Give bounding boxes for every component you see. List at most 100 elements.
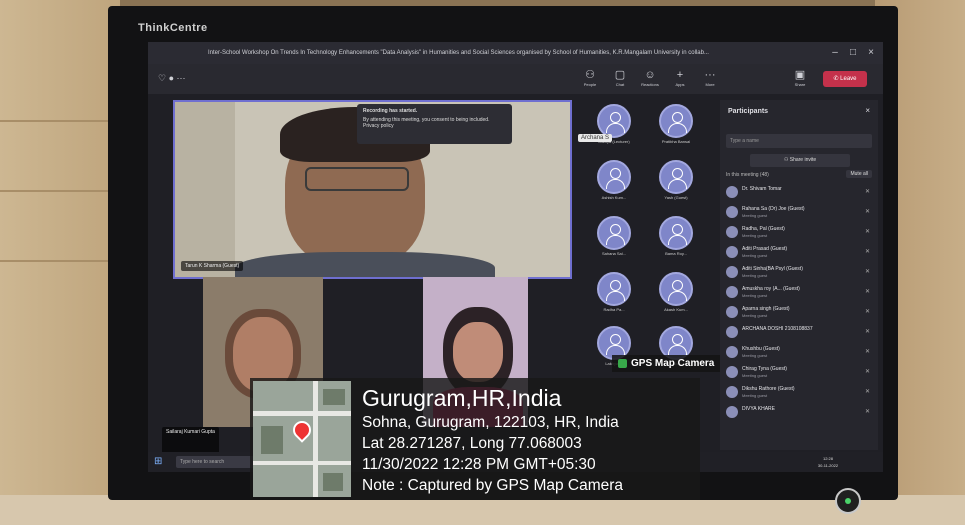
map-block [323,389,345,405]
cabinet-edge [0,190,120,192]
monitor-brand: ThinkCentre [138,22,208,34]
in-meeting-section[interactable]: In this meeting (48) [726,172,769,178]
gps-camera-icon [618,358,627,368]
participant-row[interactable]: ARCHANA DOSHI 2108108837 ✕ [724,324,874,342]
apps-icon: + [676,69,684,81]
map-pin-icon [289,417,315,443]
participant-tile[interactable]: Sahana Sal... [586,216,642,258]
recording-notice[interactable]: Recording has started. By attending this… [357,104,512,144]
participant-row[interactable]: Aparna singh (Guest) Meeting guest ✕ [724,304,874,322]
leave-button[interactable]: ✆ Leave [823,71,867,87]
minimize-icon[interactable]: – [828,42,842,64]
participant-row[interactable]: Radha, Pal (Guest) Meeting guest ✕ [724,224,874,242]
apps-button[interactable]: + Apps [668,68,692,92]
close-icon[interactable]: × [865,106,870,115]
taskbar-clock[interactable]: 12:28 30-11-2022 [808,455,848,469]
people-button[interactable]: ⚇ People [578,68,602,92]
participant-tile[interactable]: Bama Roy... [648,216,704,258]
gps-address: Sohna, Gurugram, 122103, HR, India [362,414,619,431]
gps-timestamp: 11/30/2022 12:28 PM GMT+05:30 [362,456,596,473]
more-icon: ··· [704,69,716,81]
title-bar: Inter-School Workshop On Trends In Techn… [148,42,883,64]
avatar [726,266,738,278]
participant-tile[interactable]: Radha Pa... [586,272,642,314]
mic-off-icon: ✕ [864,229,870,235]
participant-row[interactable]: Chirag Tyna (Guest) Meeting guest ✕ [724,364,874,382]
gps-city: Gurugram,HR,India [362,385,562,411]
avatar-icon [659,104,693,138]
mic-off-icon: ✕ [864,189,870,195]
participant-row[interactable]: Khushbu (Guest) Meeting guest ✕ [724,344,874,362]
avatar-icon [597,272,631,306]
mic-off-icon: ✕ [864,309,870,315]
mic-off-icon: ✕ [864,269,870,275]
participant-row[interactable]: DIVYA KHARE ✕ [724,404,874,422]
participant-tile[interactable]: Pratibha Bansal [648,104,704,146]
participant-face [453,322,503,382]
participant-tile[interactable]: Yash (Guest) [648,160,704,202]
cabinet-edge [0,260,120,262]
avatar-icon [597,104,631,138]
participant-row[interactable]: Aditi Sinha(BA Psyl (Guest) Meeting gues… [724,264,874,282]
avatar [726,346,738,358]
reactions-button[interactable]: ☺ Reactions [638,68,662,92]
close-icon[interactable]: × [864,42,878,64]
map-block [261,426,283,454]
avatar [726,366,738,378]
room-cabinet-left [0,0,120,525]
avatar-icon [659,160,693,194]
highlight-label: Archana S [578,134,613,142]
main-speaker-video[interactable]: Tarun K Sharma (Guest) Recording has sta… [173,100,572,279]
mic-off-icon: ✕ [864,369,870,375]
mic-off-icon: ✕ [864,209,870,215]
participant-row[interactable]: Aditi Prasad (Guest) Meeting guest ✕ [724,244,874,262]
people-icon: ⚇ [585,69,595,81]
avatar [726,406,738,418]
map-road [253,411,351,416]
avatar [726,286,738,298]
share-icon: ▣ [794,69,806,81]
share-button[interactable]: ▣ Share [788,68,812,92]
mic-off-icon: ✕ [864,249,870,255]
map-road [253,461,351,465]
gps-details: Gurugram,HR,India Sohna, Gurugram, 12210… [362,384,623,496]
participant-row[interactable]: Dr. Shivam Tomar ✕ [724,184,874,202]
share-invite-button[interactable]: ⚇ Share invite [750,154,850,167]
speaker-name-tag: Tarun K Sharma (Guest) [181,261,244,271]
mute-all-button[interactable]: Mute all [846,170,872,178]
more-button[interactable]: ··· More [698,68,722,92]
gps-map-thumbnail [253,381,351,497]
speaker-glasses [305,167,409,191]
mic-off-icon: ✕ [864,349,870,355]
reactions-icon: ☺ [644,69,656,81]
mic-off-icon: ✕ [864,329,870,335]
avatar [726,186,738,198]
avatar [726,226,738,238]
map-block [323,473,343,491]
speaker-shirt [235,252,495,277]
panel-title: Participants [728,108,769,115]
chat-icon: ▢ [614,69,626,81]
mic-off-icon: ✕ [864,389,870,395]
avatar-icon [659,216,693,250]
map-road [313,381,318,497]
maximize-icon[interactable]: □ [846,42,860,64]
windows-start-icon[interactable]: ⊞ [154,456,162,467]
participant-row[interactable]: Rahana Sa (Dr) Joe (Guest) Meeting guest… [724,204,874,222]
shield-icon: ♡ ● ··· [158,73,186,83]
participant-row[interactable]: Dikshu Rathore (Guest) Meeting guest ✕ [724,384,874,402]
gps-coordinates: Lat 28.271287, Long 77.068003 [362,435,582,452]
participant-tile[interactable]: Ashish Kum... [586,160,642,202]
meeting-toolbar: ♡ ● ··· ⚇ People ▢ Chat ☺ Reactions + Ap… [148,64,883,94]
avatar-icon [659,272,693,306]
power-icon[interactable] [835,488,861,514]
chat-button[interactable]: ▢ Chat [608,68,632,92]
gps-note: Note : Captured by GPS Map Camera [362,477,624,494]
avatar [726,386,738,398]
participant-tile[interactable]: Akash Kum... [648,272,704,314]
gps-app-badge: GPS Map Camera [612,355,721,372]
participant-search-input[interactable]: Type a name [726,134,872,148]
avatar [726,206,738,218]
avatar [726,306,738,318]
participant-row[interactable]: Amuskha roy (A... (Guest) Meeting guest … [724,284,874,302]
